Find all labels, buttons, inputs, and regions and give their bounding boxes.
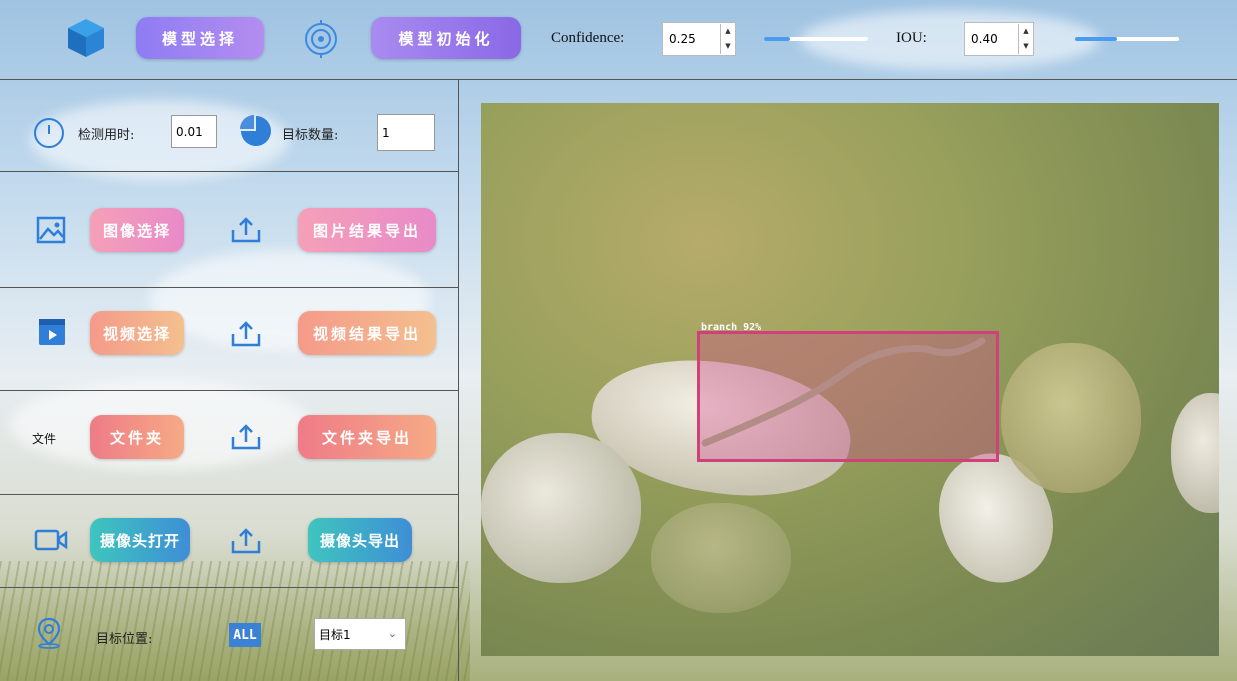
iou-slider[interactable]	[1075, 37, 1179, 41]
chevron-down-icon: ⌄	[387, 627, 397, 640]
model-select-button[interactable]: 模型选择	[136, 17, 264, 59]
confidence-spinbox[interactable]: 0.25 ▲ ▼	[662, 22, 736, 56]
upload-icon[interactable]	[230, 423, 262, 451]
target-select-value: 目标1	[319, 627, 351, 642]
iou-spinbox[interactable]: 0.40 ▲ ▼	[964, 22, 1034, 56]
model-init-button[interactable]: 模型初始化	[371, 17, 521, 59]
camera-export-button[interactable]: 摄像头导出	[308, 518, 412, 562]
iou-label: IOU:	[896, 30, 927, 46]
image-export-button[interactable]: 图片结果导出	[298, 208, 436, 252]
confidence-slider[interactable]	[764, 37, 868, 41]
confidence-slider-fill	[764, 37, 790, 41]
spin-up-icon[interactable]: ▲	[721, 24, 735, 39]
video-icon	[39, 319, 65, 345]
row-divider	[0, 390, 458, 391]
pie-chart-icon	[240, 115, 271, 146]
camera-icon	[34, 529, 68, 551]
toolbar-divider	[0, 79, 1237, 80]
target-position-label: 目标位置:	[96, 632, 153, 647]
cube-logo-icon	[68, 19, 104, 57]
upload-icon[interactable]	[230, 527, 262, 555]
folder-export-button[interactable]: 文件夹导出	[298, 415, 436, 459]
video-select-button[interactable]: 视频选择	[90, 311, 184, 355]
confidence-value[interactable]: 0.25	[663, 32, 720, 46]
clock-icon	[34, 118, 64, 148]
all-targets-badge[interactable]: ALL	[229, 623, 261, 647]
row-divider	[0, 171, 458, 172]
stone-shape	[481, 433, 641, 583]
video-export-button[interactable]: 视频结果导出	[298, 311, 436, 355]
upload-icon[interactable]	[230, 216, 262, 244]
row-divider	[0, 494, 458, 495]
spin-up-icon[interactable]: ▲	[1019, 24, 1033, 39]
spin-down-icon[interactable]: ▼	[1019, 39, 1033, 54]
location-pin-icon	[37, 617, 61, 649]
confidence-label: Confidence:	[551, 30, 625, 46]
detect-time-label: 检测用时:	[78, 128, 135, 143]
top-toolbar: 模型选择 模型初始化 Confidence: 0.25 ▲ ▼ IOU: 0.40…	[0, 0, 1237, 80]
folder-select-button[interactable]: 文件夹	[90, 415, 184, 459]
target-count-label: 目标数量:	[282, 128, 339, 143]
target-count-field[interactable]: 1	[377, 114, 435, 151]
target-icon	[305, 20, 337, 58]
spin-down-icon[interactable]: ▼	[721, 39, 735, 54]
image-select-button[interactable]: 图像选择	[90, 208, 184, 252]
panel-divider	[458, 80, 459, 681]
detection-image-view: branch 92%	[481, 103, 1219, 656]
target-select[interactable]: 目标1 ⌄	[314, 618, 406, 650]
branch-shape	[701, 337, 986, 447]
iou-value[interactable]: 0.40	[965, 32, 1018, 46]
camera-open-button[interactable]: 摄像头打开	[90, 518, 190, 562]
image-icon	[36, 216, 66, 244]
folder-icon: 文件	[32, 432, 57, 446]
row-divider	[0, 587, 458, 588]
detect-time-field[interactable]: 0.01	[171, 115, 217, 148]
upload-icon[interactable]	[230, 320, 262, 348]
iou-slider-fill	[1075, 37, 1117, 41]
stone-shape	[1001, 343, 1141, 493]
stone-shape	[1171, 393, 1219, 513]
stone-shape	[651, 503, 791, 613]
row-divider	[0, 287, 458, 288]
